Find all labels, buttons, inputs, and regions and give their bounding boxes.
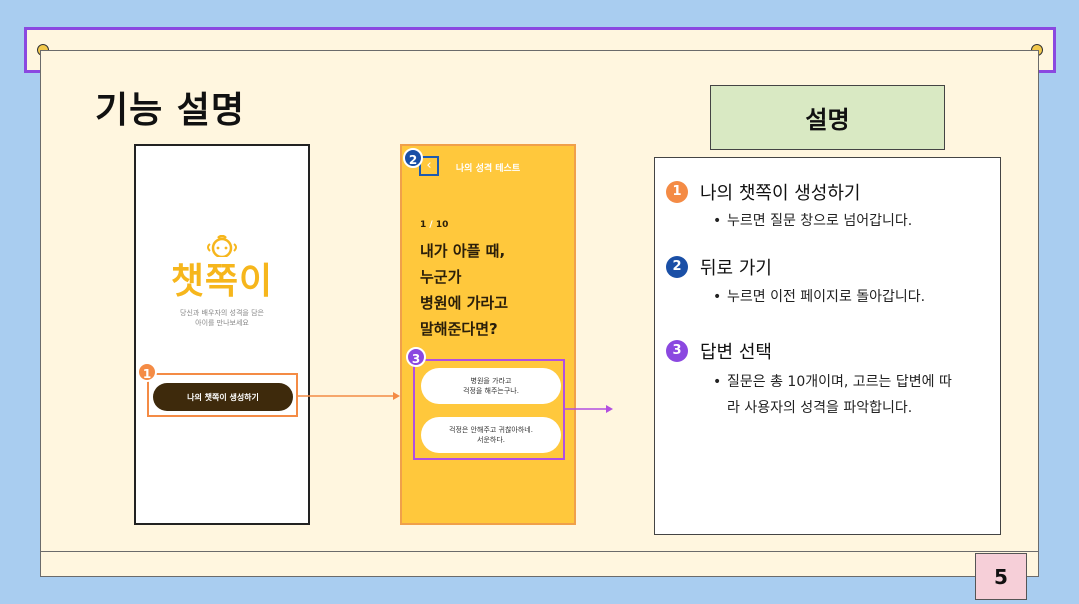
item-number-3: 3 bbox=[666, 340, 688, 362]
item-heading-2: 2 뒤로 가기 bbox=[666, 254, 772, 280]
item-heading-text-1: 나의 챗쪽이 생성하기 bbox=[700, 183, 861, 204]
item-bullet-3: • 질문은 총 10개이며, 고르는 답변에 따 라 사용자의 성격을 파악합니다… bbox=[713, 369, 993, 421]
item-bullet-2: • 누르면 이전 페이지로 돌아갑니다. bbox=[713, 289, 926, 305]
item-heading-3: 3 답변 선택 bbox=[666, 338, 772, 364]
item-bullet-text-1: 누르면 질문 창으로 넘어갑니다. bbox=[727, 213, 913, 229]
item-heading-text-2: 뒤로 가기 bbox=[700, 258, 772, 279]
item-heading-text-3: 답변 선택 bbox=[700, 342, 772, 363]
item-number-2: 2 bbox=[666, 256, 688, 278]
item-bullet-cont-3: 라 사용자의 성격을 파악합니다. bbox=[727, 400, 913, 416]
item-number-1: 1 bbox=[666, 181, 688, 203]
arrow-head-3 bbox=[606, 405, 613, 413]
description-panel: 1 나의 챗쪽이 생성하기 • 누르면 질문 창으로 넘어갑니다. 2 뒤로 가기… bbox=[654, 157, 1001, 535]
item-bullet-text-3: 질문은 총 10개이며, 고르는 답변에 따 bbox=[727, 374, 952, 390]
page-number: 5 bbox=[975, 553, 1027, 600]
item-heading-1: 1 나의 챗쪽이 생성하기 bbox=[666, 179, 860, 205]
item-bullet-text-2: 누르면 이전 페이지로 돌아갑니다. bbox=[727, 289, 926, 305]
description-title: 설명 bbox=[710, 85, 945, 150]
item-bullet-1: • 누르면 질문 창으로 넘어갑니다. bbox=[713, 213, 913, 229]
arrow-head-1 bbox=[393, 392, 400, 400]
